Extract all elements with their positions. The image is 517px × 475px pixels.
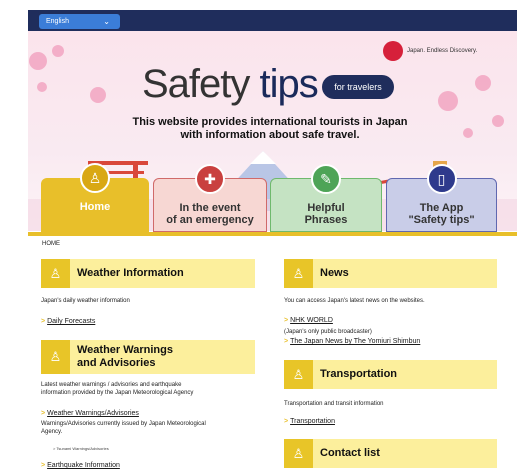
tab-emergency-label-1: In the event <box>179 202 241 214</box>
tab-phrases[interactable]: ✎ Helpful Phrases <box>270 164 382 232</box>
tab-emergency-label-2: of an emergency <box>166 214 254 226</box>
weather-info-heading: ♙ Weather Information <box>41 259 255 288</box>
weather-warnings-title-1: Weather Warnings <box>77 344 173 356</box>
home-person-icon: ♙ <box>80 163 110 193</box>
language-label: English <box>46 18 69 25</box>
news-person-icon: ♙ <box>284 259 313 288</box>
transportation-person-icon: ♙ <box>284 360 313 389</box>
earthquake-info-link[interactable]: Earthquake Information <box>41 462 120 469</box>
nhk-world-link[interactable]: NHK WORLD <box>284 317 333 324</box>
warnings-person-icon: ♙ <box>41 340 70 374</box>
tab-underline <box>28 232 517 236</box>
lead-line-2: with information about safe travel. <box>180 129 360 141</box>
warnings-desc-2: information provided by the Japan Meteor… <box>41 390 194 396</box>
japan-news-link[interactable]: The Japan News by The Yomiuri Shimbun <box>284 338 420 345</box>
contact-list-title: Contact list <box>320 447 380 459</box>
weather-person-icon: ♙ <box>41 259 70 288</box>
warnings-link-desc-1: Warnings/Advisories currently issued by … <box>41 421 206 427</box>
language-select[interactable]: English ⌄ <box>39 14 120 29</box>
tab-app[interactable]: ▯ The App "Safety tips" <box>386 164 497 232</box>
for-travelers-badge: for travelers <box>322 75 394 99</box>
transportation-title: Transportation <box>320 368 398 380</box>
transportation-desc: Transportation and transit information <box>284 401 384 407</box>
tsunami-link-label: Tsunami Warnings/Advisories <box>56 446 109 451</box>
weather-warnings-heading: ♙ Weather Warnings and Advisories <box>41 340 255 374</box>
tab-app-label-2: "Safety tips" <box>408 214 475 226</box>
tsunami-link[interactable]: > Tsunami Warnings/Advisories <box>53 446 109 451</box>
weather-warnings-title-2: and Advisories <box>77 357 156 369</box>
site-title: Safety tips <box>142 62 319 107</box>
site-title-word-2: tips <box>259 62 319 106</box>
logo-mark <box>383 41 403 61</box>
warnings-desc-1: Latest weather warnings / advisories and… <box>41 382 182 388</box>
emergency-icon: ✚ <box>195 164 225 194</box>
japan-logo: Japan. Endless Discovery. <box>383 41 517 63</box>
daily-forecasts-link[interactable]: Daily Forecasts <box>41 318 95 325</box>
logo-text: Japan. Endless Discovery. <box>407 48 478 54</box>
speech-bubble-icon: ✎ <box>311 164 341 194</box>
news-heading: ♙ News <box>284 259 497 288</box>
transportation-link[interactable]: Transportation <box>284 418 335 425</box>
site-title-word-1: Safety <box>142 62 250 106</box>
warnings-desc: Latest weather warnings / advisories and… <box>41 381 193 397</box>
chevron-down-icon: ⌄ <box>103 17 110 26</box>
breadcrumb: HOME <box>42 241 60 247</box>
weather-warnings-title: Weather Warnings and Advisories <box>77 344 173 370</box>
tab-phrases-label-2: Phrases <box>304 214 348 226</box>
tab-app-label-1: The App <box>419 202 464 214</box>
lead-line-1: This website provides international tour… <box>132 116 408 128</box>
warnings-link-desc-2: Agency. <box>41 429 63 435</box>
tab-phrases-label-1: Helpful <box>307 202 345 214</box>
smartphone-icon: ▯ <box>426 164 457 194</box>
weather-info-desc: Japan's daily weather information <box>41 298 130 304</box>
tab-home[interactable]: ♙ Home <box>41 163 149 232</box>
transportation-heading: ♙ Transportation <box>284 360 497 389</box>
news-title: News <box>320 267 349 279</box>
site-lead: This website provides international tour… <box>100 116 440 142</box>
warnings-link-desc: Warnings/Advisories currently issued by … <box>41 420 206 436</box>
weather-warnings-link[interactable]: Weather Warnings/Advisories <box>41 410 139 417</box>
weather-info-title: Weather Information <box>77 267 184 279</box>
nhk-world-note: (Japan's only public broadcaster) <box>284 329 372 335</box>
contact-person-icon: ♙ <box>284 439 313 468</box>
news-desc: You can access Japan's latest news on th… <box>284 298 425 304</box>
contact-list-heading: ♙ Contact list <box>284 439 497 468</box>
tab-home-label: Home <box>79 201 111 213</box>
tab-emergency[interactable]: ✚ In the event of an emergency <box>153 164 267 232</box>
